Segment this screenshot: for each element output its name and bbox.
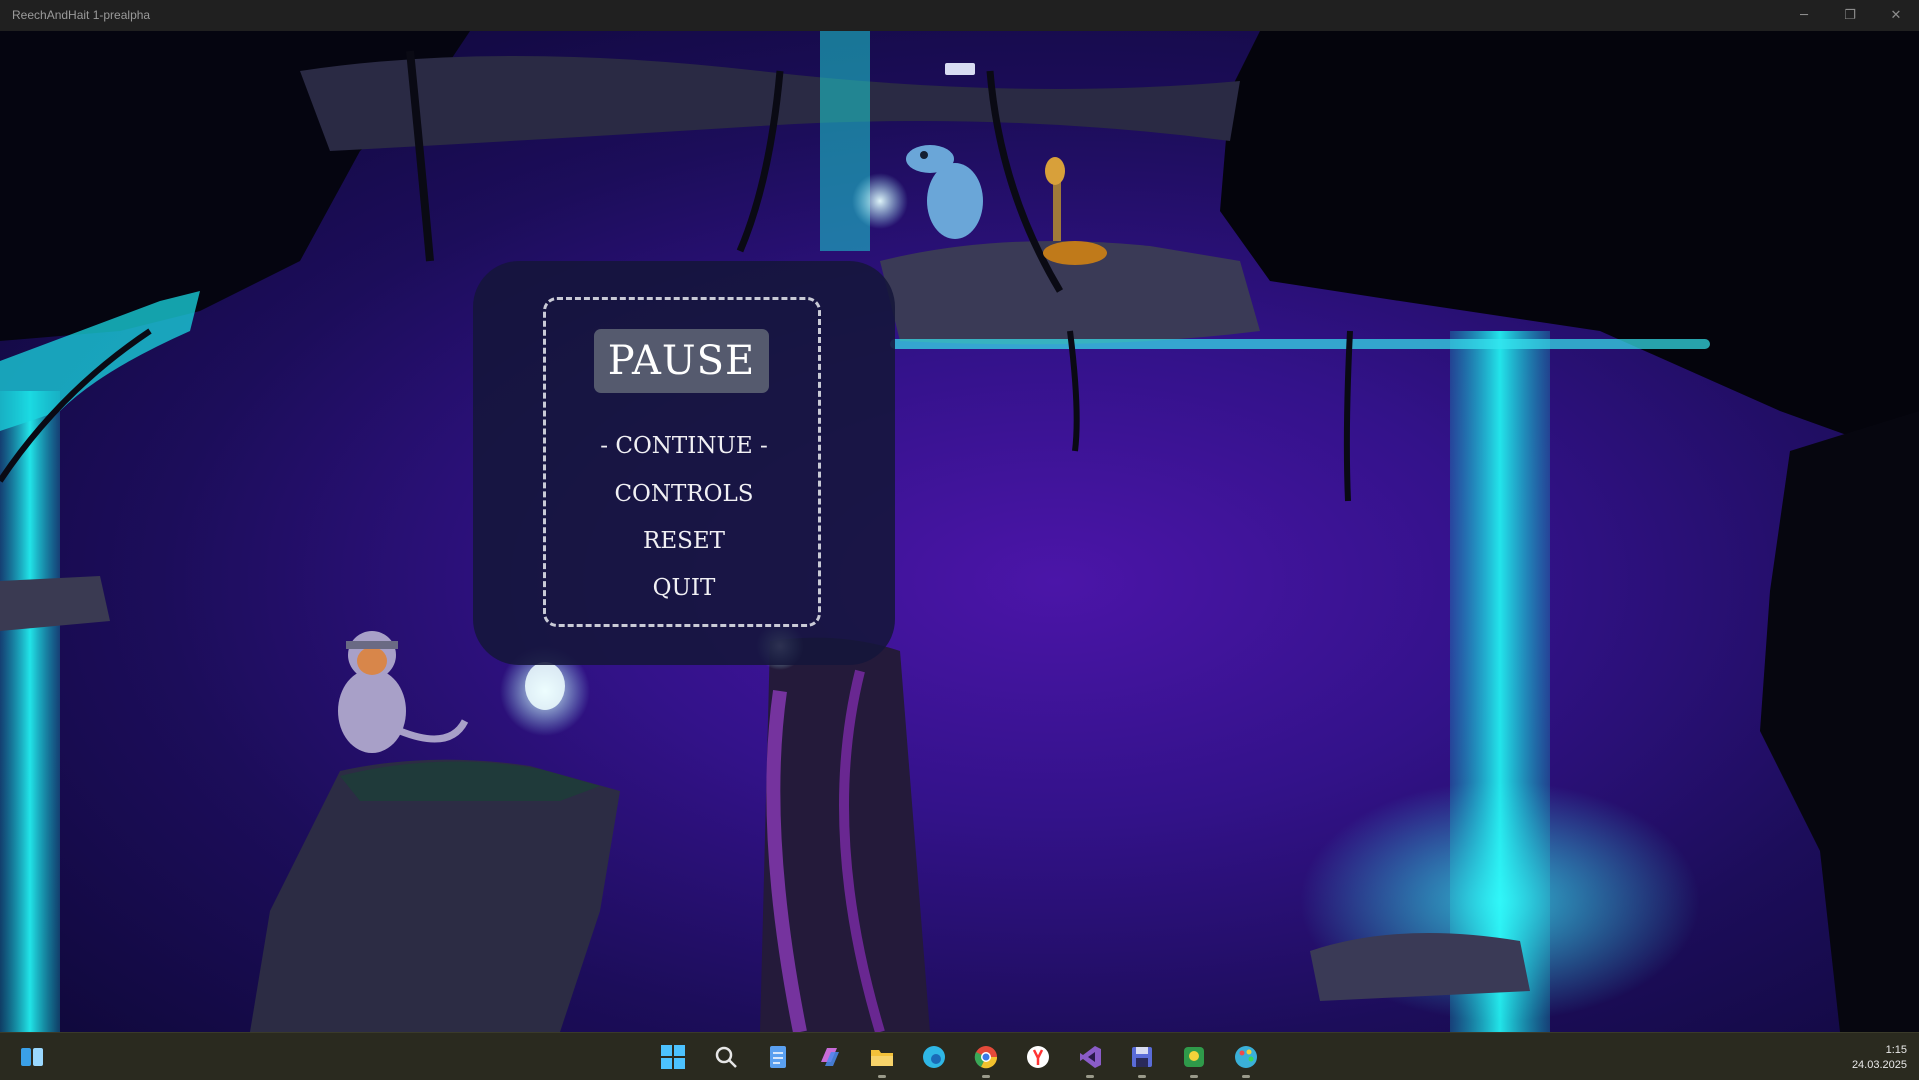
yandex-browser-button[interactable] [1022, 1041, 1054, 1073]
lizard-character [906, 145, 983, 239]
maximize-icon: ❐ [1844, 8, 1856, 23]
close-icon: ✕ [1890, 8, 1902, 23]
left-ledge [0, 576, 110, 631]
upper-ledge-glow [890, 339, 1710, 349]
minimize-icon: ─ [1800, 8, 1808, 23]
running-indicator [1138, 1075, 1146, 1078]
save-app-button[interactable] [1126, 1041, 1158, 1078]
search-button[interactable] [710, 1041, 742, 1073]
quit-menu-item[interactable]: QUIT [473, 575, 895, 601]
save-app-icon [1132, 1047, 1152, 1067]
edge-button[interactable] [918, 1041, 950, 1073]
clock-time: 1:15 [1885, 1044, 1907, 1056]
vine [1343, 330, 1353, 502]
minimize-button[interactable]: ─ [1781, 0, 1827, 31]
chrome-button[interactable] [970, 1041, 1002, 1078]
search-icon [715, 1046, 737, 1068]
monkey-character [338, 631, 469, 753]
visual-studio-button[interactable] [1074, 1041, 1106, 1078]
waterfall-left [0, 391, 60, 1032]
game-scene [0, 31, 1919, 1032]
running-indicator [1242, 1075, 1250, 1078]
maximize-button[interactable]: ❐ [1827, 0, 1873, 31]
notepad-button[interactable] [762, 1041, 794, 1073]
file-explorer-button[interactable] [866, 1041, 898, 1078]
copilot-button[interactable] [814, 1041, 846, 1073]
running-indicator [982, 1075, 990, 1078]
clock-date: 24.03.2025 [1851, 1059, 1907, 1071]
pause-menu-panel: PAUSE - CONTINUE - CONTROLS RESET QUIT [473, 261, 895, 665]
game-viewport[interactable]: PAUSE - CONTINUE - CONTROLS RESET QUIT [0, 31, 1919, 1032]
chrome-icon [974, 1046, 998, 1069]
widgets-icon [21, 1048, 43, 1066]
cave-wall-right-lower [1760, 411, 1919, 1032]
yandex-browser-icon [1027, 1046, 1049, 1068]
paint-button[interactable] [1230, 1041, 1262, 1078]
window-title: ReechAndHait 1-prealpha [12, 8, 151, 22]
close-button[interactable]: ✕ [1873, 0, 1919, 31]
reset-menu-item[interactable]: RESET [473, 528, 895, 554]
system-clock[interactable]: 1:15 24.03.2025 [1852, 1043, 1907, 1073]
staff-item [1043, 157, 1107, 265]
jellyfish [525, 662, 565, 710]
running-indicator [1190, 1075, 1198, 1078]
start-button[interactable] [657, 1041, 689, 1073]
drag-handle[interactable] [945, 63, 975, 75]
edge-icon [923, 1046, 945, 1068]
jellyfish-glow [852, 173, 908, 229]
green-app-button[interactable] [1178, 1041, 1210, 1078]
cave-wall-right [1220, 31, 1919, 461]
notepad-icon [770, 1046, 786, 1068]
copilot-icon [821, 1048, 839, 1066]
window-title-bar: ReechAndHait 1-prealpha ─ ❐ ✕ [0, 0, 1919, 31]
pause-title: PAUSE [607, 338, 756, 384]
file-explorer-icon [871, 1050, 893, 1066]
green-app-icon [1184, 1047, 1204, 1067]
running-indicator [1086, 1075, 1094, 1078]
running-indicator [878, 1075, 886, 1078]
taskbar: 1:15 24.03.2025 [0, 1032, 1919, 1080]
widgets-button[interactable] [16, 1041, 48, 1073]
pause-title-box: PAUSE [594, 329, 769, 393]
continue-menu-item[interactable]: - CONTINUE - [473, 433, 895, 459]
controls-menu-item[interactable]: CONTROLS [473, 481, 895, 507]
windows-start-icon [661, 1045, 685, 1069]
visual-studio-icon [1080, 1046, 1101, 1068]
lower-right-rocks [1310, 933, 1530, 1001]
paint-icon [1235, 1046, 1257, 1068]
